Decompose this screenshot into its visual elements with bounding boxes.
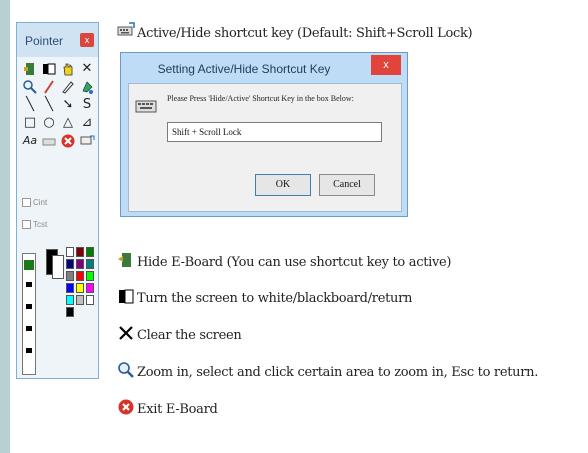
screen-icon [117, 287, 135, 305]
palette-color-swatch[interactable] [76, 283, 84, 293]
width-option[interactable] [26, 326, 32, 331]
background-edge [0, 0, 10, 453]
zoom-icon[interactable] [22, 79, 38, 95]
ellipse-icon[interactable]: ○ [41, 115, 57, 131]
pointer-toolbox[interactable]: Pointer x ✕ ╲ ╲ ➘ S □ ○ △ ⊿ Aa Cint Tcst [16, 22, 99, 379]
palette-color-swatch[interactable] [66, 247, 74, 257]
exit-icon [117, 398, 135, 416]
pen-icon[interactable] [41, 79, 57, 95]
dialog-prompt: Please Press 'Hide/Active' Shortcut Key … [167, 94, 354, 103]
dialog-body: Please Press 'Hide/Active' Shortcut Key … [128, 83, 402, 212]
shortcut-key-dialog: Setting Active/Hide Shortcut Key x Pleas… [120, 52, 408, 217]
toolbox-title: Pointer [25, 34, 64, 48]
settings-icon[interactable] [79, 133, 95, 149]
palette-color-swatch[interactable] [76, 247, 84, 257]
rect-icon[interactable]: □ [22, 115, 38, 131]
clear-screen-text: Clear the screen [137, 328, 242, 343]
current-color-swatch-2 [52, 255, 64, 279]
color-palette [66, 247, 96, 373]
screen-toggle-text: Turn the screen to white/blackboard/retu… [137, 291, 413, 306]
hide-eboard-line: Hide E-Board (You can use shortcut key t… [117, 251, 452, 270]
pointer-icon[interactable]: ➘ [60, 97, 76, 113]
palette-color-swatch[interactable] [66, 259, 74, 269]
palette-color-swatch[interactable] [66, 283, 74, 293]
palette-color-swatch[interactable] [76, 295, 84, 305]
zoom-line: Zoom in, select and click certain area t… [117, 361, 538, 380]
angle-icon[interactable]: ⊿ [79, 115, 95, 131]
width-option[interactable] [26, 348, 32, 353]
arrow-icon[interactable]: ╲ [41, 97, 57, 113]
exit-door-icon [117, 251, 135, 269]
cancel-button[interactable]: Cancel [319, 174, 375, 196]
line-icon[interactable]: ╲ [22, 97, 38, 113]
checkbox-2-box[interactable] [22, 220, 31, 230]
screen-toggle-line: Turn the screen to white/blackboard/retu… [117, 287, 412, 306]
eraser-icon[interactable] [41, 133, 57, 149]
checkbox-1-box[interactable] [22, 198, 31, 208]
palette-color-swatch[interactable] [86, 271, 94, 281]
zoom-icon [117, 361, 135, 379]
color-fill-icon[interactable] [79, 79, 95, 95]
exit-icon[interactable] [60, 133, 76, 149]
exit-door-icon[interactable] [22, 61, 38, 77]
exit-eboard-text: Exit E-Board [137, 402, 218, 417]
palette-color-swatch[interactable] [86, 295, 94, 305]
clear-x-icon [117, 324, 135, 342]
ok-button[interactable]: OK [255, 174, 311, 196]
toolbox-close-button[interactable]: x [80, 33, 94, 47]
pen-width-selector[interactable] [22, 253, 36, 375]
checkbox-2[interactable]: Tcst [22, 220, 48, 230]
palette-color-swatch[interactable] [76, 259, 84, 269]
checkbox-2-label: Tcst [33, 220, 48, 229]
clear-x-icon[interactable]: ✕ [79, 61, 95, 77]
shortcut-key-text: Active/Hide shortcut key (Default: Shift… [137, 26, 473, 41]
zoom-text: Zoom in, select and click certain area t… [137, 365, 539, 380]
curve-icon[interactable]: S [79, 97, 95, 113]
hide-eboard-text: Hide E-Board (You can use shortcut key t… [137, 255, 452, 270]
width-option[interactable] [24, 260, 34, 270]
checkbox-1[interactable]: Cint [22, 198, 48, 208]
screen-icon[interactable] [41, 61, 57, 77]
palette-color-swatch[interactable] [76, 271, 84, 281]
palette-color-swatch[interactable] [66, 271, 74, 281]
shortcut-key-input[interactable]: Shift + Scroll Lock [167, 122, 382, 142]
keyboard-icon [135, 98, 157, 114]
palette-area [20, 245, 96, 375]
width-option[interactable] [26, 282, 32, 287]
palette-color-swatch[interactable] [66, 307, 74, 317]
shape-icon[interactable]: △ [60, 115, 76, 131]
palette-color-swatch[interactable] [66, 295, 74, 305]
dialog-title: Setting Active/Hide Shortcut Key [157, 62, 331, 76]
dialog-close-button[interactable]: x [371, 55, 401, 75]
exit-eboard-line: Exit E-Board [117, 398, 218, 417]
clear-screen-line: Clear the screen [117, 324, 242, 343]
shortcut-key-icon [117, 22, 135, 40]
palette-color-swatch[interactable] [86, 283, 94, 293]
text-icon[interactable]: Aa [22, 133, 38, 149]
palette-color-swatch[interactable] [86, 259, 94, 269]
width-option[interactable] [26, 304, 32, 309]
shortcut-key-line: Active/Hide shortcut key (Default: Shift… [117, 22, 473, 41]
checkbox-1-label: Cint [33, 198, 48, 207]
hand-icon[interactable] [60, 61, 76, 77]
palette-color-swatch[interactable] [86, 247, 94, 257]
toolbox-titlebar[interactable]: Pointer x [17, 23, 98, 57]
highlighter-icon[interactable] [60, 79, 76, 95]
